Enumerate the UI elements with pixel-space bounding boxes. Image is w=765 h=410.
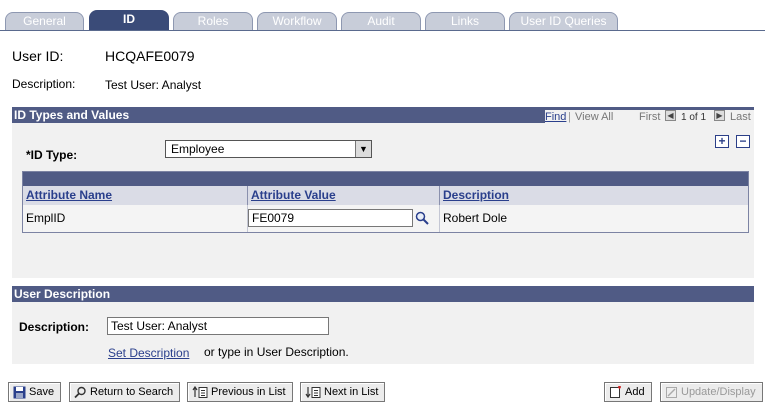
nav-separator: | (568, 111, 571, 123)
next-in-list-icon (305, 386, 321, 398)
view-all-link[interactable]: View All (575, 111, 613, 123)
find-link[interactable]: Find (545, 111, 566, 123)
id-type-value: Employee (171, 142, 225, 156)
tab-links[interactable]: Links (425, 12, 505, 31)
next-row-icon[interactable]: ▶ (714, 110, 725, 121)
dropdown-arrow-icon[interactable]: ▼ (355, 141, 371, 157)
add-row-icon[interactable]: + (715, 135, 729, 148)
id-type-select[interactable]: Employee ▼ (165, 140, 372, 158)
add-label: Add (625, 386, 645, 398)
first-label: First (639, 111, 661, 123)
description-label: Description: (12, 77, 76, 91)
previous-in-list-button[interactable]: Previous in List (187, 382, 293, 402)
id-type-label: *ID Type: (26, 148, 78, 162)
tab-audit[interactable]: Audit (341, 12, 421, 31)
set-description-link[interactable]: Set Description (108, 346, 189, 360)
column-attribute-name[interactable]: Attribute Name (23, 186, 248, 205)
row-position: 1 of 1 (681, 112, 707, 123)
next-in-list-button[interactable]: Next in List (300, 382, 386, 402)
column-description[interactable]: Description (440, 186, 748, 205)
search-icon (74, 386, 86, 398)
add-icon (610, 385, 621, 398)
attribute-value-input[interactable]: FE0079 (248, 209, 413, 227)
user-description-label: Description: (19, 320, 90, 334)
tab-id[interactable]: ID (89, 10, 169, 31)
add-button[interactable]: Add (604, 382, 652, 402)
user-description-section-header: User Description (12, 286, 754, 302)
id-types-nav-controls: Find | View All First ◀ 1 of 1 ▶ Last (545, 110, 754, 126)
last-label: Last (730, 111, 751, 123)
save-icon (13, 386, 26, 399)
column-attribute-value[interactable]: Attribute Value (248, 186, 440, 205)
grid-title-bar (23, 172, 748, 186)
previous-row-icon[interactable]: ◀ (665, 110, 676, 121)
user-description-section-title: User Description (14, 287, 111, 301)
description-value: Test User: Analyst (105, 78, 202, 92)
update-display-button[interactable]: Update/Display (660, 382, 763, 402)
update-display-icon (666, 386, 677, 398)
save-label: Save (29, 386, 55, 398)
previous-in-list-icon (192, 385, 208, 398)
tab-bar: General ID Roles Workflow Audit Links Us… (0, 10, 765, 31)
user-id-label: User ID: (12, 48, 64, 64)
previous-in-list-label: Previous in List (211, 386, 286, 398)
update-display-label: Update/Display (681, 386, 756, 398)
tab-general[interactable]: General (5, 12, 84, 31)
grid-header-row: Attribute Name Attribute Value Descripti… (23, 186, 748, 205)
tab-workflow[interactable]: Workflow (257, 12, 337, 31)
tab-roles[interactable]: Roles (173, 12, 253, 31)
attribute-name-cell: EmplID (23, 205, 248, 232)
save-button[interactable]: Save (8, 382, 62, 402)
lookup-icon[interactable] (415, 211, 429, 225)
next-in-list-label: Next in List (324, 386, 379, 398)
return-to-search-button[interactable]: Return to Search (69, 382, 181, 402)
set-description-hint: or type in User Description. (204, 345, 349, 359)
user-id-value: HCQAFE0079 (105, 48, 195, 64)
tab-user-id-queries[interactable]: User ID Queries (509, 12, 618, 31)
description-cell: Robert Dole (443, 211, 508, 225)
delete-row-icon[interactable]: − (736, 135, 750, 148)
return-to-search-label: Return to Search (90, 386, 174, 398)
user-description-input[interactable]: Test User: Analyst (107, 317, 329, 335)
tab-baseline (0, 30, 765, 31)
